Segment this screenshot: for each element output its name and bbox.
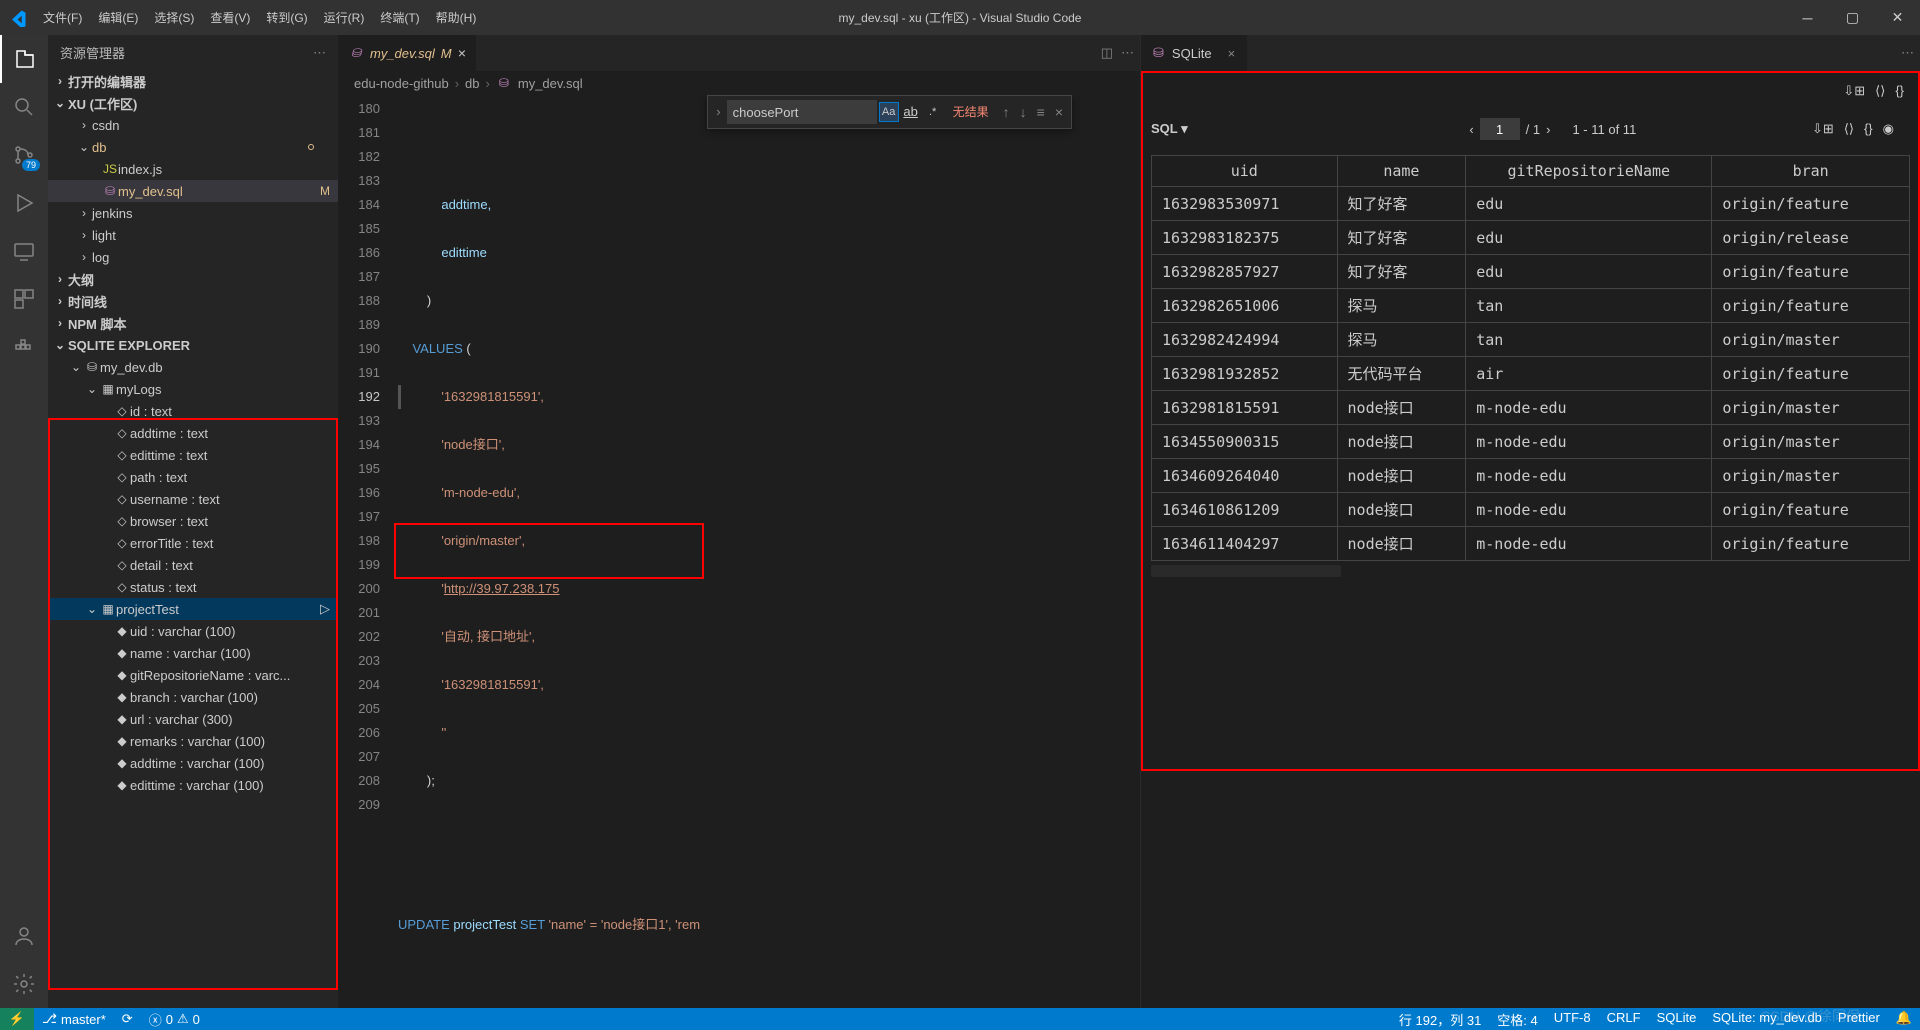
tab-mydev[interactable]: ⛁ my_dev.sql M × <box>338 35 477 71</box>
editor-group: ⛁ my_dev.sql M × ◫ ⋯ edu-node-github› db… <box>338 35 1140 1008</box>
remote-indicator[interactable]: ⚡ <box>0 1008 34 1030</box>
find-input[interactable] <box>727 100 877 124</box>
menu-item[interactable]: 文件(F) <box>35 0 90 35</box>
sqlite-table-mylogs[interactable]: ⌄▦myLogs <box>48 378 338 400</box>
find-close-icon[interactable]: × <box>1051 100 1067 124</box>
annotation-box <box>1141 71 1920 771</box>
find-result: 无结果 <box>945 100 997 124</box>
close-button[interactable]: ✕ <box>1875 0 1920 35</box>
notifications-icon[interactable]: 🔔 <box>1888 1010 1920 1026</box>
section-timeline[interactable]: ›时间线 <box>48 290 338 312</box>
source-control-icon[interactable]: 79 <box>0 131 48 179</box>
maximize-button[interactable]: ▢ <box>1830 0 1875 35</box>
menu-item[interactable]: 编辑(E) <box>90 0 146 35</box>
modified-badge: M <box>320 184 330 198</box>
section-outline[interactable]: ›大纲 <box>48 268 338 290</box>
find-prev-icon[interactable]: ↑ <box>999 100 1014 124</box>
menu-item[interactable]: 选择(S) <box>146 0 202 35</box>
folder-csdn[interactable]: ›csdn <box>48 114 338 136</box>
accounts-icon[interactable] <box>0 912 48 960</box>
minimap[interactable] <box>1100 95 1140 1008</box>
section-npm[interactable]: ›NPM 脚本 <box>48 312 338 334</box>
tab-close-icon[interactable]: × <box>458 45 466 61</box>
find-word-icon[interactable]: ab <box>901 102 921 122</box>
find-expand-icon[interactable]: › <box>712 100 724 124</box>
folder-log[interactable]: ›log <box>48 246 338 268</box>
run-debug-icon[interactable] <box>0 179 48 227</box>
modified-dot-icon <box>308 144 314 150</box>
more-icon[interactable]: ⋯ <box>1901 45 1914 61</box>
extensions-icon[interactable] <box>0 275 48 323</box>
menu-item[interactable]: 终端(T) <box>372 0 427 35</box>
close-icon[interactable]: × <box>1228 46 1236 61</box>
more-actions-icon[interactable]: ⋯ <box>1121 45 1134 61</box>
sidebar: 资源管理器 ⋯ ›打开的编辑器 ⌄XU (工作区) ›csdn ⌄db JSin… <box>48 35 338 1008</box>
remote-explorer-icon[interactable] <box>0 227 48 275</box>
indentation[interactable]: 空格: 4 <box>1489 1010 1545 1029</box>
cursor-indicator <box>398 385 401 409</box>
file-indexjs[interactable]: JSindex.js <box>48 158 338 180</box>
find-case-icon[interactable]: Aa <box>879 102 899 122</box>
find-widget: › Aa ab .* 无结果 ↑ ↓ ≡ × <box>707 95 1072 129</box>
sqlite-tab[interactable]: ⛁SQLite × <box>1141 35 1247 71</box>
find-selection-icon[interactable]: ≡ <box>1033 100 1049 124</box>
file-mydev-sql[interactable]: ⛁my_dev.sqlM <box>48 180 338 202</box>
watermark: CSDN @徐同保 <box>1760 1006 1860 1026</box>
statusbar: ⚡ ⎇ master* ⟳ ⓧ 0 ⚠ 0 行 192，列 31 空格: 4 U… <box>0 1008 1920 1030</box>
section-workspace[interactable]: ⌄XU (工作区) <box>48 92 338 114</box>
breadcrumb[interactable]: edu-node-github› db› ⛁my_dev.sql <box>338 71 1140 95</box>
titlebar: 文件(F)编辑(E)选择(S)查看(V)转到(G)运行(R)终端(T)帮助(H)… <box>0 0 1920 35</box>
editor-tabs: ⛁ my_dev.sql M × ◫ ⋯ <box>338 35 1140 71</box>
search-icon[interactable] <box>0 83 48 131</box>
window-controls: ─ ▢ ✕ <box>1785 0 1920 35</box>
activity-bar: 79 <box>0 35 48 1008</box>
sync-icon[interactable]: ⟳ <box>114 1008 141 1030</box>
folder-jenkins[interactable]: ›jenkins <box>48 202 338 224</box>
menubar: 文件(F)编辑(E)选择(S)查看(V)转到(G)运行(R)终端(T)帮助(H) <box>35 0 484 35</box>
more-icon[interactable]: ⋯ <box>313 45 326 61</box>
annotation-box <box>48 418 338 990</box>
sidebar-title: 资源管理器 ⋯ <box>48 35 338 70</box>
annotation-box <box>394 523 704 579</box>
menu-item[interactable]: 查看(V) <box>202 0 258 35</box>
folder-db[interactable]: ⌄db <box>48 136 338 158</box>
section-open-editors[interactable]: ›打开的编辑器 <box>48 70 338 92</box>
docker-icon[interactable] <box>0 323 48 371</box>
split-editor-icon[interactable]: ◫ <box>1101 45 1113 61</box>
find-regex-icon[interactable]: .* <box>923 102 943 122</box>
minimize-button[interactable]: ─ <box>1785 0 1830 35</box>
cursor-position[interactable]: 行 192，列 31 <box>1391 1010 1489 1029</box>
section-sqlite-explorer[interactable]: ⌄SQLITE EXPLORER <box>48 334 338 356</box>
menu-item[interactable]: 帮助(H) <box>428 0 485 35</box>
settings-gear-icon[interactable] <box>0 960 48 1008</box>
folder-light[interactable]: ›light <box>48 224 338 246</box>
scm-badge: 79 <box>22 159 40 171</box>
find-next-icon[interactable]: ↓ <box>1016 100 1031 124</box>
sqlite-db[interactable]: ⌄⛁my_dev.db <box>48 356 338 378</box>
explorer-icon[interactable] <box>0 35 48 83</box>
eol[interactable]: CRLF <box>1599 1010 1649 1025</box>
line-gutter: 1801811821831841851861871881891901911921… <box>338 95 398 1008</box>
problems[interactable]: ⓧ 0 ⚠ 0 <box>141 1008 208 1030</box>
language-mode[interactable]: SQLite <box>1649 1010 1705 1025</box>
menu-item[interactable]: 运行(R) <box>316 0 373 35</box>
git-branch[interactable]: ⎇ master* <box>34 1008 114 1030</box>
window-title: my_dev.sql - xu (工作区) - Visual Studio Co… <box>839 9 1082 26</box>
vscode-logo-icon <box>0 0 35 35</box>
sqlite-panel: ⛁SQLite × ⋯ ⇩⊞ ⟨⟩ {} SQL ▾ ‹ / 1 › 1 - 1… <box>1140 35 1920 1008</box>
menu-item[interactable]: 转到(G) <box>258 0 315 35</box>
encoding[interactable]: UTF-8 <box>1546 1010 1599 1025</box>
code-editor[interactable]: 1801811821831841851861871881891901911921… <box>338 95 1140 1008</box>
